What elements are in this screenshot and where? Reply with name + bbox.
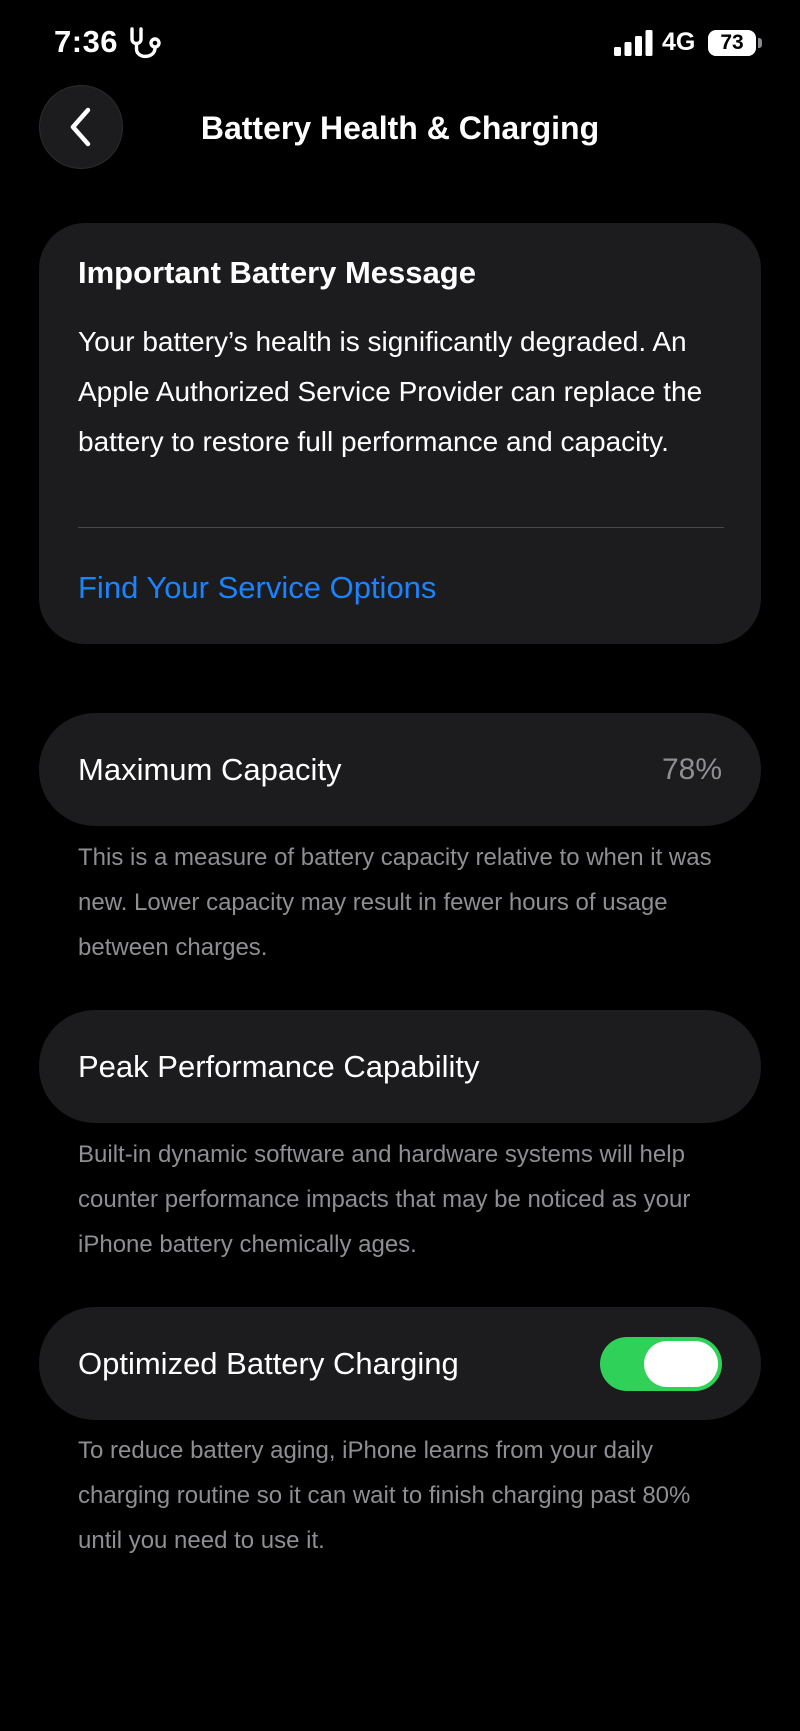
page-title: Battery Health & Charging [200,110,600,146]
message-title: Important Battery Message [78,255,476,290]
status-time: 7:36 [54,24,119,59]
message-body: Your battery’s health is significantly d… [78,326,703,457]
cellular-signal-icon [614,30,653,56]
optimized-charging-row: Optimized Battery Charging [39,1307,761,1420]
status-bar: 7:36 4G 73 [0,0,800,90]
maximum-capacity-footnote: This is a measure of battery capacity re… [78,844,712,961]
peak-performance-footnote: Built-in dynamic software and hardware s… [78,1141,691,1258]
battery-cap [758,38,762,48]
toggle-knob [644,1341,718,1387]
optimized-charging-footnote: To reduce battery aging, iPhone learns f… [78,1437,691,1554]
battery-icon: 73 [708,30,756,56]
back-button[interactable] [39,85,123,169]
maximum-capacity-label: Maximum Capacity [78,752,342,787]
peak-performance-row[interactable]: Peak Performance Capability [39,1010,761,1123]
network-type: 4G [662,28,696,56]
maximum-capacity-value: 78% [661,753,722,786]
find-service-options-link[interactable]: Find Your Service Options [78,570,436,606]
maximum-capacity-row: Maximum Capacity 78% [39,713,761,826]
important-message-card: Important Battery Message Your battery’s… [39,223,761,644]
optimized-charging-label: Optimized Battery Charging [78,1346,459,1381]
stethoscope-icon [130,27,161,59]
peak-performance-label: Peak Performance Capability [78,1049,480,1084]
optimized-charging-toggle[interactable] [600,1337,722,1391]
chevron-left-icon [70,107,91,147]
message-divider [78,527,724,528]
